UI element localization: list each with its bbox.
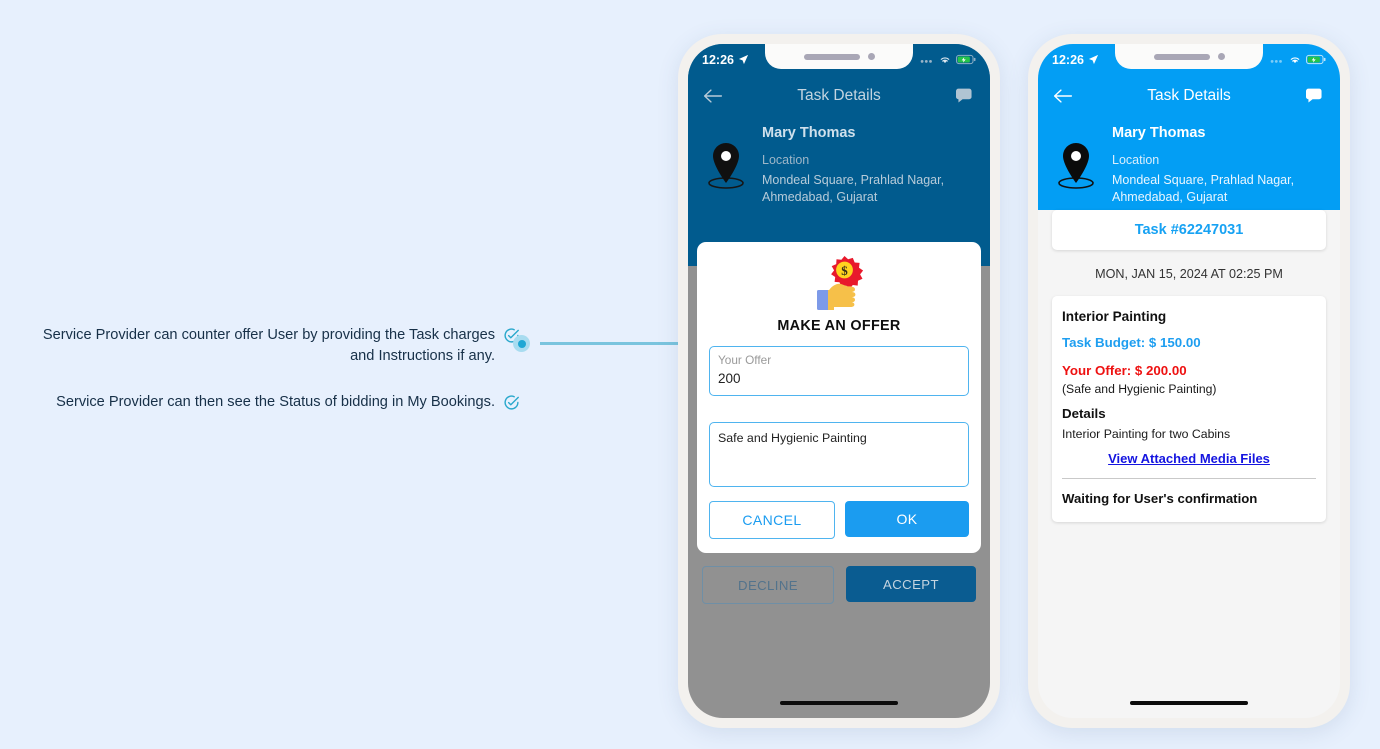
notch [1115, 44, 1263, 69]
hero-section-left: Mary Thomas Location Mondeal Square, Pra… [688, 117, 990, 226]
action-buttons-row: DECLINE ACCEPT [702, 566, 976, 604]
location-label: Location [762, 153, 810, 167]
task-date: MON, JAN 15, 2024 AT 02:25 PM [1095, 266, 1283, 281]
front-camera [1217, 53, 1225, 60]
task-detail-card: Interior Painting Task Budget: $ 150.00 … [1052, 295, 1326, 522]
chat-bubble-icon[interactable] [954, 85, 976, 107]
status-time: 12:26 [1052, 52, 1084, 67]
home-indicator [1130, 700, 1248, 705]
chat-bubble-icon[interactable] [1304, 85, 1326, 107]
phone-left-screen: 12:26 Task Details Mary Thomas Location … [688, 44, 990, 718]
front-camera [867, 53, 875, 60]
annotation-column: Service Provider can counter offer User … [0, 325, 520, 413]
divider [1062, 477, 1316, 479]
earpiece-speaker [1153, 53, 1210, 60]
make-an-offer-dialog: $ MAKE AN OFFER Your Offer 200 Safe and … [697, 242, 981, 553]
signal-dots-icon [1270, 59, 1282, 63]
battery-charging-icon [956, 54, 976, 65]
task-body: Task #62247031 MON, JAN 15, 2024 AT 02:2… [1038, 209, 1340, 522]
decline-button[interactable]: DECLINE [702, 566, 834, 604]
location-arrow-icon [738, 54, 749, 65]
signal-dots-icon [920, 59, 932, 63]
annotation-row-1: Service Provider can counter offer User … [0, 325, 520, 367]
details-text: Interior Painting for two Cabins [1062, 426, 1231, 441]
connector-dot-inner [517, 339, 526, 348]
app-bar-right: Task Details [1038, 75, 1340, 117]
details-heading: Details [1062, 405, 1106, 421]
view-media-link[interactable]: View Attached Media Files [1062, 451, 1316, 466]
dialog-title: MAKE AN OFFER [777, 318, 901, 334]
back-arrow-icon[interactable] [702, 85, 724, 107]
dialog-actions: CANCEL OK [709, 501, 969, 539]
task-id-card[interactable]: Task #62247031 [1052, 209, 1326, 250]
map-pin-icon [1058, 143, 1094, 189]
app-bar-left: Task Details [688, 75, 990, 117]
hero-info-right: Mary Thomas Location Mondeal Square, Pra… [1112, 123, 1326, 206]
location-address: Mondeal Square, Prahlad Nagar, Ahmedabad… [1112, 173, 1295, 204]
hero-info-left: Mary Thomas Location Mondeal Square, Pra… [762, 123, 976, 206]
app-bar-title: Task Details [1147, 87, 1231, 104]
customer-name: Mary Thomas [762, 125, 856, 141]
customer-name: Mary Thomas [1112, 125, 1206, 141]
app-bar-title: Task Details [797, 87, 881, 104]
phone-right-frame: 12:26 Task Details Mary Thomas Location … [1028, 34, 1350, 728]
offer-input-label: Your Offer [718, 353, 772, 367]
status-icons-group [1270, 54, 1326, 65]
offer-input-field[interactable]: Your Offer 200 [709, 346, 969, 396]
annotation-text-1: Service Provider can counter offer User … [42, 327, 495, 365]
task-budget: Task Budget: $ 150.00 [1062, 334, 1201, 350]
location-arrow-icon [1088, 54, 1099, 65]
your-offer-note: (Safe and Hygienic Painting) [1062, 381, 1217, 396]
status-icons-group [920, 54, 976, 65]
cancel-button[interactable]: CANCEL [709, 501, 835, 539]
accept-button[interactable]: ACCEPT [846, 566, 976, 602]
wifi-icon [1290, 57, 1300, 64]
status-time: 12:26 [702, 52, 734, 67]
location-label: Location [1112, 153, 1160, 167]
map-pin-icon [708, 143, 744, 189]
check-circle-icon [504, 395, 519, 410]
svg-text:$: $ [841, 263, 848, 278]
back-arrow-icon[interactable] [1052, 85, 1074, 107]
ok-button[interactable]: OK [845, 501, 969, 537]
hand-holding-dollar-badge-icon: $ [817, 256, 864, 310]
dialog-icon-wrap: $ [709, 254, 969, 316]
status-time-group: 12:26 [702, 53, 749, 67]
earpiece-speaker [803, 53, 860, 60]
battery-charging-icon [1306, 54, 1326, 65]
map-pin-wrap [702, 123, 750, 189]
status-time-group: 12:26 [1052, 53, 1099, 67]
map-pin-wrap [1052, 123, 1100, 189]
notch [765, 44, 913, 69]
task-title: Interior Painting [1062, 308, 1167, 324]
connector-line [540, 342, 685, 345]
status-text: Waiting for User's confirmation [1062, 490, 1258, 506]
your-offer: Your Offer: $ 200.00 [1062, 362, 1187, 378]
instructions-value: Safe and Hygienic Painting [718, 431, 867, 445]
connector-dot-marker [513, 335, 530, 352]
annotation-text-2: Service Provider can then see the Status… [56, 394, 495, 411]
home-indicator [780, 700, 898, 705]
instructions-textarea[interactable]: Safe and Hygienic Painting [709, 422, 969, 487]
wifi-icon [940, 57, 950, 64]
phone-left-frame: 12:26 Task Details Mary Thomas Location … [678, 34, 1000, 728]
offer-input-value: 200 [718, 371, 741, 386]
location-address: Mondeal Square, Prahlad Nagar, Ahmedabad… [762, 173, 945, 204]
phone-right-screen: 12:26 Task Details Mary Thomas Location … [1038, 44, 1340, 718]
annotation-row-2: Service Provider can then see the Status… [0, 392, 520, 413]
